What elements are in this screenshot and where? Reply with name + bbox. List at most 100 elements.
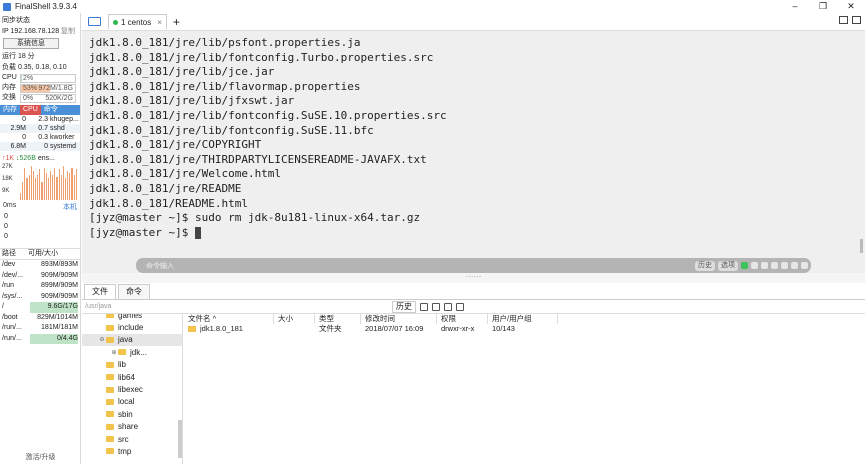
sidebar: 同步状态 IP 192.168.78.128 复制 系统信息 运行 18 分 负… (0, 13, 81, 464)
disk-path: / (2, 303, 4, 310)
terminal-scrollbar[interactable] (860, 239, 863, 253)
tree-scrollbar[interactable] (178, 420, 182, 458)
col-modified[interactable]: 修改时间 (361, 314, 437, 324)
session-tab-bar: 1 centos × + (82, 13, 865, 31)
network-bar (39, 169, 41, 200)
tree-item[interactable]: include (82, 321, 182, 333)
tree-item[interactable]: sbin (82, 408, 182, 420)
proc-tab-memory[interactable]: 内存 (0, 105, 20, 115)
tree-item[interactable]: libexec (82, 383, 182, 395)
tree-item-label: jdk... (130, 347, 147, 357)
path-history-button[interactable]: 历史 (392, 300, 416, 313)
expand-icon[interactable] (801, 262, 808, 269)
col-name[interactable]: 文件名 ^ (184, 314, 274, 324)
tree-item-label: share (118, 422, 139, 432)
process-row[interactable]: 2.9M 0.7 sshd (0, 124, 80, 133)
maximize-icon[interactable]: ❐ (809, 0, 837, 13)
options-button[interactable]: 选项 (718, 260, 738, 271)
tree-toggle-icon[interactable]: ⊕ (110, 349, 118, 356)
process-mem: 6.8M (10, 143, 26, 150)
network-bar (20, 192, 22, 200)
upload-icon[interactable] (456, 302, 464, 311)
col-permission[interactable]: 权限 (437, 314, 488, 324)
tree-item[interactable]: src (82, 433, 182, 445)
tree-item[interactable]: games (82, 314, 182, 321)
disk-row[interactable]: / 9.6G/17G (0, 302, 80, 313)
tree-item[interactable]: tmp (82, 445, 182, 457)
folder-icon[interactable] (88, 17, 101, 26)
net-ylabel: 27K (2, 164, 13, 170)
tree-item[interactable]: ⊕ jdk... (82, 346, 182, 358)
tab-label: 1 centos (121, 17, 152, 27)
directory-tree: games include ⊖ java ⊕ jdk... lib lib64 libexec l… (82, 314, 183, 464)
command-input[interactable]: 命令输入 (146, 261, 695, 271)
close-icon[interactable]: ✕ (837, 0, 865, 13)
proc-tab-command[interactable]: 命令 (41, 105, 61, 115)
copy-icon[interactable] (751, 262, 758, 269)
col-size[interactable]: 大小 (274, 314, 315, 324)
command-input-bar[interactable]: 命令输入 历史 选项 (136, 258, 811, 273)
tree-item[interactable]: share (82, 421, 182, 433)
tree-item[interactable]: lib64 (82, 371, 182, 383)
network-bar (62, 165, 64, 200)
col-owner[interactable]: 用户/用户组 (488, 314, 558, 324)
process-cpu: 0.3 (38, 134, 48, 141)
process-command: khugep... (50, 116, 79, 123)
download-icon[interactable] (791, 262, 798, 269)
disk-row[interactable]: /dev/... 909M/909M (0, 271, 80, 282)
grid-layout-icon[interactable] (839, 16, 848, 24)
tab-files[interactable]: 文件 (84, 284, 116, 299)
terminal-prompt-line[interactable]: [jyz@master ~]$ (82, 226, 865, 241)
disk-row[interactable]: /run 899M/909M (0, 281, 80, 292)
gear-icon[interactable] (781, 262, 788, 269)
panel-splitter[interactable]: ⋯⋯ (82, 273, 865, 283)
disk-size: 909M/909M (41, 292, 78, 300)
file-row[interactable]: jdk1.8.0_181 文件夹 2018/07/07 16:09 drwxr-… (184, 324, 865, 334)
terminal[interactable]: jdk1.8.0_181/jre/lib/psfont.properties.j… (82, 31, 865, 273)
col-type[interactable]: 类型 (315, 314, 361, 324)
proc-tab-cpu[interactable]: CPU (20, 105, 41, 115)
process-cpu: 0 (44, 143, 48, 150)
terminal-line: jdk1.8.0_181/jre/lib/jce.jar (89, 65, 275, 79)
disk-row[interactable]: /run/... 181M/181M (0, 323, 80, 334)
refresh-icon[interactable] (420, 302, 428, 311)
disk-row[interactable]: /run/... 0/4.4G (0, 333, 80, 344)
paste-icon[interactable] (761, 262, 768, 269)
activate-upgrade-link[interactable]: 激活/升级 (0, 452, 80, 462)
minimize-icon[interactable]: – (781, 0, 809, 13)
single-layout-icon[interactable] (852, 16, 861, 24)
history-button[interactable]: 历史 (695, 260, 715, 271)
process-row[interactable]: 0 0.3 kworker (0, 133, 80, 142)
sysinfo-button[interactable]: 系统信息 (3, 38, 59, 49)
run-icon[interactable] (741, 262, 748, 269)
disk-row[interactable]: /sys/... 909M/909M (0, 292, 80, 303)
disk-path: /boot (2, 313, 18, 321)
network-bar (71, 167, 73, 200)
copy-ip-link[interactable]: 复制 (61, 28, 75, 35)
network-bar (43, 167, 45, 200)
tab-centos[interactable]: 1 centos × (108, 14, 167, 29)
disk-row[interactable]: /boot 829M/1014M (0, 313, 80, 324)
add-tab-button[interactable]: + (173, 15, 180, 29)
tree-item[interactable]: ⊖ java (82, 333, 182, 347)
disk-row[interactable]: /dev 893M/893M (0, 260, 80, 271)
window-controls: – ❐ ✕ (781, 0, 865, 13)
tree-item[interactable]: lib (82, 359, 182, 371)
download-icon[interactable] (444, 302, 452, 311)
tab-commands[interactable]: 命令 (118, 284, 150, 299)
tree-item[interactable]: local (82, 396, 182, 408)
process-row[interactable]: 0 2.3 khugep... (0, 115, 80, 124)
net-interface[interactable]: ens... (38, 155, 55, 162)
tab-close-icon[interactable]: × (157, 18, 162, 27)
network-bar (24, 167, 26, 200)
disk-col-path: 路径 (2, 250, 16, 257)
latency-host[interactable]: 本机 (63, 202, 77, 212)
tree-toggle-icon[interactable]: ⊖ (98, 336, 106, 343)
process-row[interactable]: 6.8M 0 systemd (0, 142, 80, 151)
up-dir-icon[interactable] (432, 302, 440, 311)
network-bar (32, 171, 34, 200)
tree-item-label: games (118, 314, 143, 320)
search-icon[interactable] (771, 262, 778, 269)
ip-label: IP 192.168.78.128 (2, 28, 60, 35)
path-input[interactable]: /usr/java (85, 303, 392, 310)
